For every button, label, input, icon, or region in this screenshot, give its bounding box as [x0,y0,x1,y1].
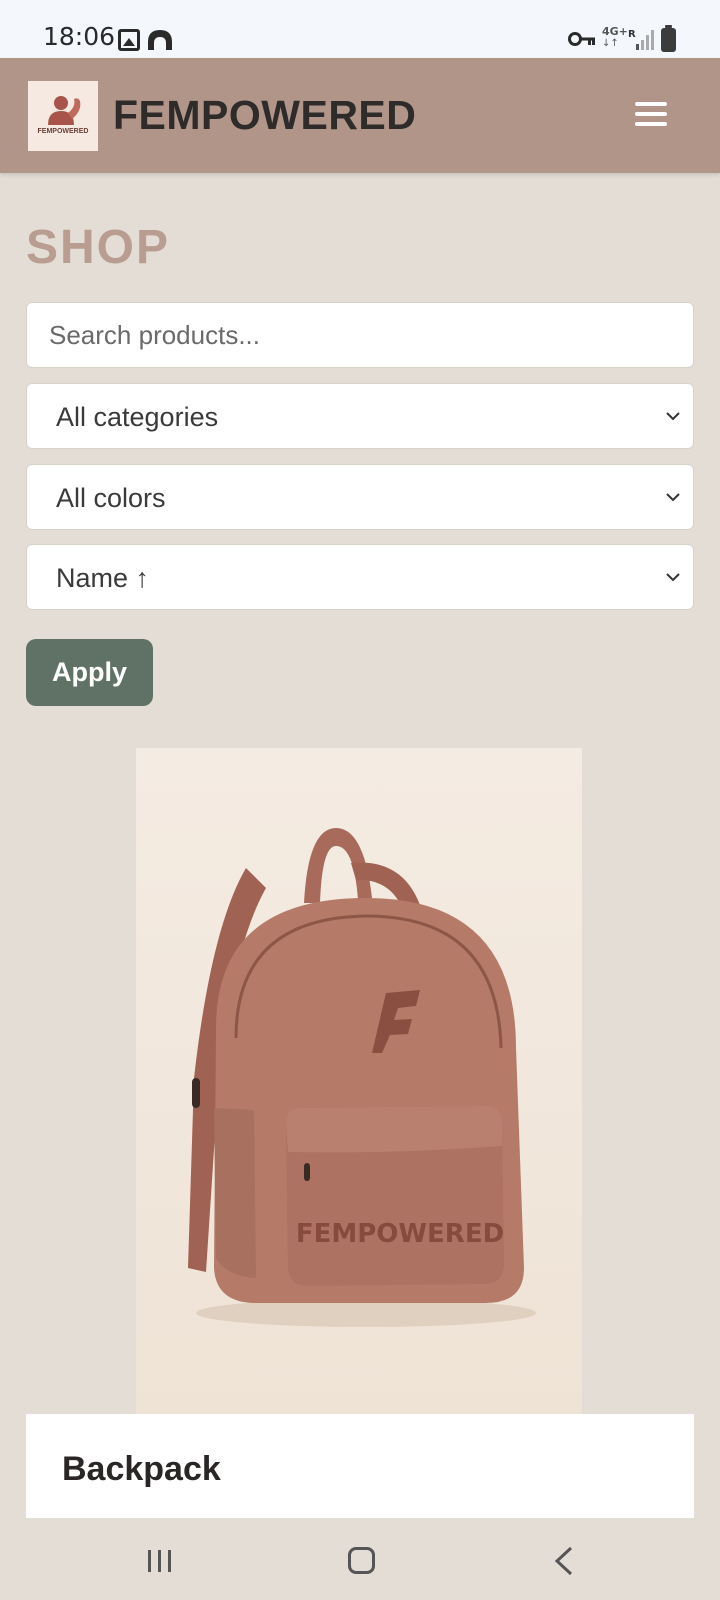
status-bar: 18:06 4G+ ↓↑ R [0,0,720,58]
status-time: 18:06 [43,22,116,51]
product-name[interactable]: Backpack [62,1450,221,1489]
hamburger-menu-icon[interactable] [635,98,669,132]
site-header: FEMPOWERED FEMPOWERED [0,58,720,173]
color-select-value: All colors [56,483,166,513]
backpack-image: FEMPOWERED [188,828,536,1327]
chevron-down-icon [666,493,680,502]
back-icon[interactable] [553,1546,575,1576]
system-nav-bar [0,1518,720,1600]
apply-button[interactable]: Apply [26,639,153,706]
chevron-down-icon [666,412,680,421]
sort-select[interactable]: Name ↑ [26,544,694,610]
svg-text:FEMPOWERED: FEMPOWERED [296,1219,504,1249]
color-select[interactable]: All colors [26,464,694,530]
product-card-body: Backpack [26,1414,694,1518]
logo-text: FEMPOWERED [37,128,89,135]
gallery-icon [118,29,140,51]
sort-select-value: Name ↑ [56,563,150,593]
search-field [26,302,694,368]
logo-figure-icon [48,96,81,125]
signal-icon: R [628,29,654,50]
site-logo[interactable]: FEMPOWERED [28,81,98,151]
product-card[interactable]: FEMPOWERED Backpack [26,748,694,1518]
brand-name[interactable]: FEMPOWERED [113,92,416,139]
page-title: SHOP [26,221,171,274]
recent-apps-icon[interactable] [146,1548,174,1574]
arch-icon [148,30,172,50]
battery-icon [661,25,676,52]
home-icon[interactable] [348,1547,375,1574]
product-image[interactable]: FEMPOWERED [136,748,582,1414]
chevron-down-icon [666,573,680,582]
search-input[interactable] [27,303,693,367]
category-select[interactable]: All categories [26,383,694,449]
svg-text:R: R [628,29,636,40]
category-select-value: All categories [56,402,219,432]
network-type: 4G+ ↓↑ [602,25,628,49]
vpn-key-icon [568,32,595,46]
